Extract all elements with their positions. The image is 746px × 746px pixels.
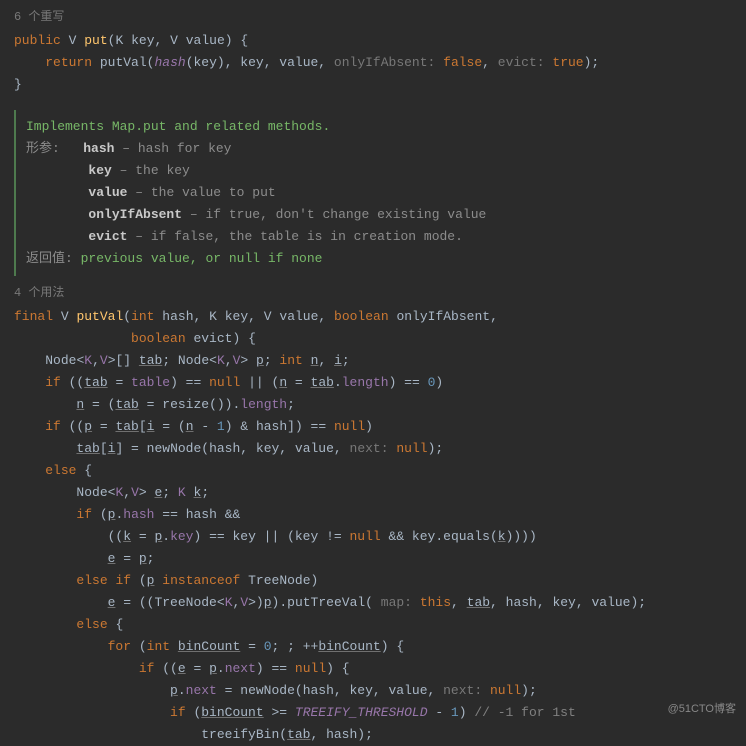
code-line: tab[i] = newNode(hash, key, value, next:…: [14, 438, 746, 460]
code-line: if ((p = tab[i = (n - 1) & hash]) == nul…: [14, 416, 746, 438]
doc-summary: Implements Map.put and related methods.: [26, 116, 746, 138]
overrides-hint[interactable]: 6 个重写: [14, 6, 746, 28]
code-line: if (p.hash == hash &&: [14, 504, 746, 526]
doc-param: value – the value to put: [26, 182, 746, 204]
javadoc-block: Implements Map.put and related methods. …: [14, 110, 746, 276]
code-line: treeifyBin(tab, hash);: [14, 724, 746, 746]
code-line: p.next = newNode(hash, key, value, next:…: [14, 680, 746, 702]
code-line: final V putVal(int hash, K key, V value,…: [14, 306, 746, 328]
code-line: }: [14, 74, 746, 96]
doc-param: key – the key: [26, 160, 746, 182]
code-line: e = p;: [14, 548, 746, 570]
code-line: Node<K,V>[] tab; Node<K,V> p; int n, i;: [14, 350, 746, 372]
code-line: n = (tab = resize()).length;: [14, 394, 746, 416]
code-line: if (binCount >= TREEIFY_THRESHOLD - 1) /…: [14, 702, 746, 724]
code-line: else if (p instanceof TreeNode): [14, 570, 746, 592]
doc-param: evict – if false, the table is in creati…: [26, 226, 746, 248]
code-line: public V put(K key, V value) {: [14, 30, 746, 52]
doc-returns: 返回值: previous value, or null if none: [26, 248, 746, 270]
code-line: Node<K,V> e; K k;: [14, 482, 746, 504]
usages-hint[interactable]: 4 个用法: [14, 282, 746, 304]
doc-param: 形参: hash – hash for key: [26, 138, 746, 160]
code-line: if ((e = p.next) == null) {: [14, 658, 746, 680]
code-line: return putVal(hash(key), key, value, onl…: [14, 52, 746, 74]
code-line: for (int binCount = 0; ; ++binCount) {: [14, 636, 746, 658]
code-editor[interactable]: 6 个重写 public V put(K key, V value) { ret…: [0, 6, 746, 746]
code-line: ((k = p.key) == key || (key != null && k…: [14, 526, 746, 548]
code-line: if ((tab = table) == null || (n = tab.le…: [14, 372, 746, 394]
watermark: @51CTO博客: [668, 698, 736, 720]
code-line: else {: [14, 614, 746, 636]
code-line: e = ((TreeNode<K,V>)p).putTreeVal( map: …: [14, 592, 746, 614]
doc-param: onlyIfAbsent – if true, don't change exi…: [26, 204, 746, 226]
code-line: boolean evict) {: [14, 328, 746, 350]
code-line: else {: [14, 460, 746, 482]
